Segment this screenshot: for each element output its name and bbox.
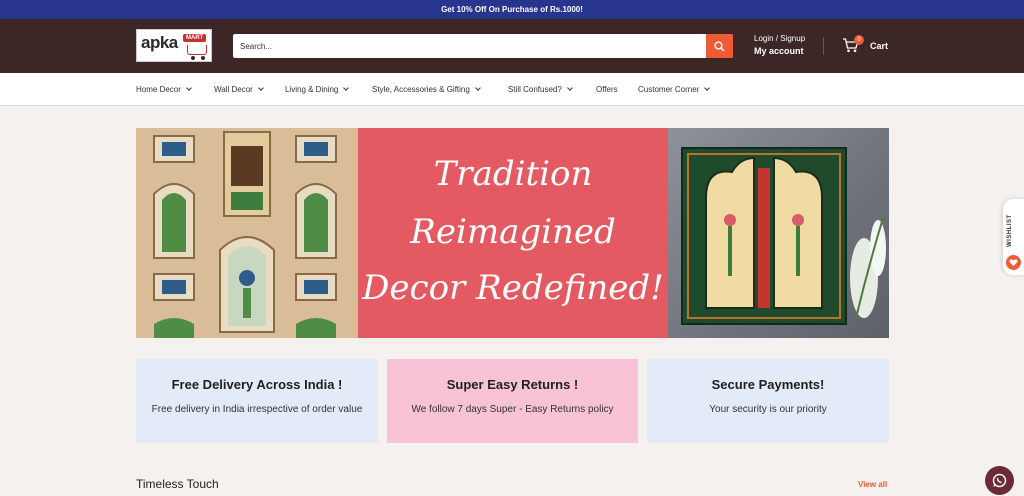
chevron-down-icon: [566, 85, 573, 91]
nav-item-living-dining[interactable]: Living & Dining: [285, 85, 350, 94]
nav-item-customer-corner[interactable]: Customer Corner: [638, 85, 711, 94]
feature-title: Super Easy Returns !: [446, 377, 579, 392]
site-header: apka MART Login / Signup My account 0 Ca…: [0, 19, 1024, 73]
hero-line-2: Reimagined: [410, 212, 616, 252]
hero-line-3: Decor Redefined!: [362, 268, 664, 308]
logo-cart-icon: [187, 45, 207, 55]
hero-headline-panel: Tradition Reimagined Decor Redefined!: [358, 128, 668, 338]
whatsapp-chat-button[interactable]: [985, 466, 1014, 495]
nav-item-offers[interactable]: Offers: [596, 85, 618, 94]
my-account-text: My account: [754, 46, 804, 56]
feature-free-delivery: Free Delivery Across India ! Free delive…: [136, 359, 378, 443]
hero-banner[interactable]: Tradition Reimagined Decor Redefined!: [136, 128, 889, 338]
nav-item-still-confused[interactable]: Still Confused?: [508, 85, 573, 94]
chevron-down-icon: [474, 85, 481, 91]
nav-label: Home Decor: [136, 85, 181, 94]
logo-badge: MART: [183, 34, 207, 42]
chevron-down-icon: [257, 85, 264, 91]
search-input[interactable]: [233, 34, 706, 58]
painted-window-illustration: [681, 147, 886, 325]
nav-label: Style, Accessories & Gifting: [372, 85, 470, 94]
wishlist-label: WISHLIST: [1007, 214, 1013, 247]
heart-icon: [1006, 255, 1021, 270]
hero-line-1: Tradition: [433, 154, 593, 194]
feature-strip: Free Delivery Across India ! Free delive…: [136, 359, 889, 443]
logo-wheel: [191, 56, 195, 60]
search-bar: [233, 34, 733, 58]
logo-brand-text: apka: [141, 33, 178, 52]
main-navigation: Home Decor Wall Decor Living & Dining St…: [0, 73, 1024, 106]
nav-label: Customer Corner: [638, 85, 700, 94]
cart-label: Cart: [870, 41, 889, 51]
feature-title: Free Delivery Across India !: [171, 377, 343, 392]
nav-label: Wall Decor: [214, 85, 253, 94]
cart-button[interactable]: 0 Cart: [842, 35, 892, 54]
announcement-bar: Get 10% Off On Purchase of Rs.1000!: [0, 0, 1024, 19]
view-all-link[interactable]: View all: [858, 480, 887, 489]
search-button[interactable]: [706, 34, 733, 58]
chevron-down-icon: [186, 85, 192, 91]
hero-window-image: [668, 128, 889, 338]
nav-label: Living & Dining: [285, 85, 339, 94]
search-icon: [714, 41, 725, 52]
feature-easy-returns: Super Easy Returns ! We follow 7 days Su…: [387, 359, 638, 443]
header-divider: [823, 37, 824, 55]
tile-wall-illustration: [136, 128, 358, 338]
chevron-down-icon: [343, 85, 350, 91]
nav-label: Still Confused?: [508, 85, 562, 94]
logo-wheel: [201, 56, 205, 60]
account-link[interactable]: Login / Signup My account: [754, 34, 805, 56]
chevron-down-icon: [704, 85, 711, 91]
whatsapp-icon: [992, 473, 1007, 488]
wishlist-tab[interactable]: WISHLIST: [1003, 199, 1024, 275]
feature-secure-payments: Secure Payments! Your security is our pr…: [647, 359, 889, 443]
brand-logo[interactable]: apka MART: [136, 29, 212, 62]
nav-item-home-decor[interactable]: Home Decor: [136, 85, 192, 94]
feature-description: Free delivery in India irrespective of o…: [151, 404, 363, 415]
nav-label: Offers: [596, 85, 618, 94]
feature-description: We follow 7 days Super - Easy Returns po…: [411, 404, 614, 415]
hero-tile-wall-image: [136, 128, 358, 338]
login-signup-text: Login / Signup: [754, 34, 806, 43]
feature-title: Secure Payments!: [711, 377, 825, 392]
cart-count-badge: 0: [854, 35, 864, 45]
feature-description: Your security is our priority: [709, 404, 827, 415]
nav-item-wall-decor[interactable]: Wall Decor: [214, 85, 264, 94]
nav-item-style-accessories-gifting[interactable]: Style, Accessories & Gifting: [372, 85, 481, 94]
section-title: Timeless Touch: [136, 477, 219, 491]
